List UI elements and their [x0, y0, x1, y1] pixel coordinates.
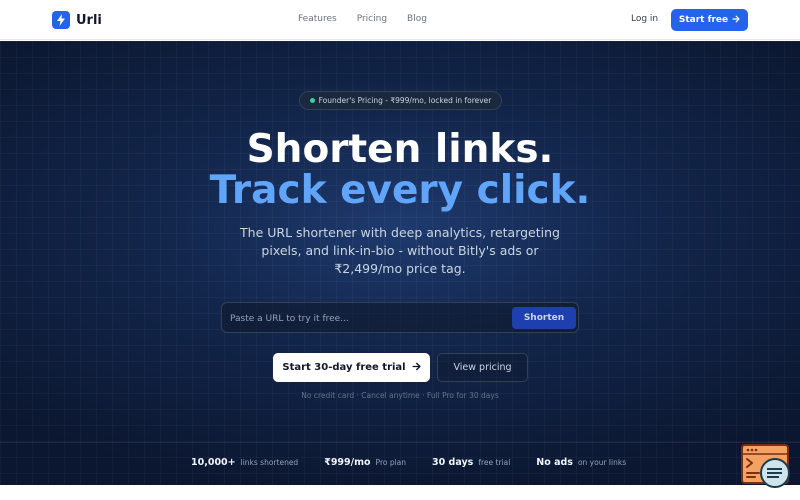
stat-value: ₹999/mo [324, 457, 371, 468]
stat-label: on your links [577, 458, 627, 467]
start-free-button[interactable]: Start free [671, 9, 748, 31]
brand-logo[interactable]: Urli [52, 10, 102, 30]
headline-line-1: Shorten links. [246, 127, 554, 172]
trial-fine-print: No credit card · Cancel anytime · Full P… [301, 391, 499, 400]
nav-link-features[interactable]: Features [298, 13, 337, 26]
stat-label: Pro plan [375, 458, 407, 467]
brand-name: Urli [76, 12, 102, 28]
headline-line-2: Track every click. [209, 168, 591, 213]
view-pricing-button[interactable]: View pricing [437, 353, 528, 382]
magnifier-icon [760, 458, 790, 488]
stat-label: free trial [478, 458, 511, 467]
arrow-right-icon [732, 15, 740, 26]
status-dot-icon [309, 98, 315, 103]
url-input[interactable] [230, 309, 500, 328]
arrow-right-icon [412, 362, 421, 374]
lightning-bolt-icon [52, 11, 70, 29]
stat-label: links shortened [240, 458, 299, 467]
start-trial-button[interactable]: Start 30-day free trial [273, 353, 430, 382]
hero-subtitle: The URL shortener with deep analytics, r… [240, 225, 560, 276]
stat-item: 10,000+ links shortened [191, 457, 298, 468]
shorten-button[interactable]: Shorten [512, 307, 576, 329]
url-shortener-form: Shorten [221, 302, 579, 333]
code-inspect-icon[interactable] [741, 444, 791, 490]
stat-value: No ads [536, 457, 573, 468]
start-trial-label: Start 30-day free trial [282, 362, 406, 373]
stat-value: 10,000+ [191, 457, 236, 468]
badge-text: Founder's Pricing - ₹999/mo, locked in f… [318, 96, 492, 105]
hero-section: Founder's Pricing - ₹999/mo, locked in f… [0, 41, 800, 485]
top-navbar: Urli Features Pricing Blog Log in Start … [0, 0, 800, 40]
login-link[interactable]: Log in [631, 13, 658, 26]
main-nav: Features Pricing Blog [298, 13, 427, 26]
stat-value: 30 days [432, 457, 474, 468]
divider [0, 442, 800, 443]
nav-link-pricing[interactable]: Pricing [357, 13, 387, 26]
stat-item: 30 days free trial [432, 457, 510, 468]
start-free-label: Start free [678, 15, 729, 25]
stats-row: 10,000+ links shortened ₹999/mo Pro plan… [191, 457, 626, 471]
stat-item: No ads on your links [536, 457, 626, 468]
founders-pricing-badge: Founder's Pricing - ₹999/mo, locked in f… [299, 91, 502, 110]
nav-link-blog[interactable]: Blog [407, 13, 427, 26]
stat-item: ₹999/mo Pro plan [324, 457, 406, 468]
